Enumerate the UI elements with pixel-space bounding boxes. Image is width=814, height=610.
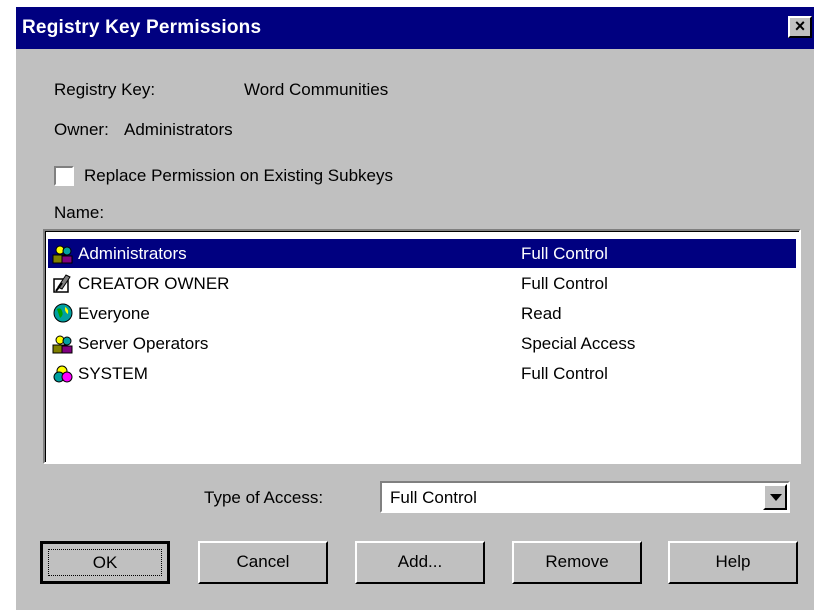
registry-key-label: Registry Key:: [54, 80, 156, 99]
permission-access: Full Control: [521, 364, 608, 383]
permission-access: Full Control: [521, 274, 608, 293]
add-button-label: Add...: [397, 552, 443, 571]
type-of-access-combobox[interactable]: Full Control: [380, 481, 790, 513]
registry-key-value: Word Communities: [244, 80, 389, 99]
permission-name: SYSTEM: [78, 364, 148, 383]
type-of-access-value: Full Control: [390, 488, 477, 507]
owner-label: Owner:: [54, 120, 109, 139]
close-button[interactable]: ×: [788, 16, 812, 38]
permissions-list[interactable]: Administrators Full Control CREATOR OWNE…: [43, 229, 801, 464]
owner-value: Administrators: [124, 120, 233, 139]
title-bar[interactable]: Registry Key Permissions ×: [16, 7, 814, 49]
help-button[interactable]: Help: [668, 541, 798, 584]
registry-key-permissions-dialog: Registry Key Permissions × Registry Key:…: [16, 7, 814, 610]
remove-button[interactable]: Remove: [512, 541, 642, 584]
focus-rectangle: [48, 549, 162, 576]
type-of-access-label: Type of Access:: [204, 488, 324, 507]
window-title: Registry Key Permissions: [22, 17, 262, 38]
permission-name: Administrators: [78, 244, 187, 263]
cancel-button-label: Cancel: [236, 552, 290, 571]
permission-access: Special Access: [521, 334, 636, 353]
permission-access: Full Control: [521, 244, 608, 263]
name-label: Name:: [54, 203, 105, 222]
permission-name: CREATOR OWNER: [78, 274, 230, 293]
cancel-button[interactable]: Cancel: [198, 541, 328, 584]
list-item[interactable]: Everyone Read: [48, 299, 796, 328]
help-button-label: Help: [715, 552, 751, 571]
system-icon: [52, 363, 74, 384]
permission-access: Read: [521, 304, 562, 323]
ok-button[interactable]: OK: [40, 541, 170, 584]
dropdown-arrow-icon[interactable]: [763, 484, 787, 510]
remove-button-label: Remove: [545, 552, 609, 571]
list-item[interactable]: Server Operators Special Access: [48, 329, 796, 358]
replace-permission-checkbox[interactable]: [54, 166, 74, 186]
add-button[interactable]: Add...: [355, 541, 485, 584]
permission-name: Everyone: [78, 304, 150, 323]
replace-permission-label[interactable]: Replace Permission on Existing Subkeys: [84, 166, 393, 186]
list-item[interactable]: CREATOR OWNER Full Control: [48, 269, 796, 298]
creator-owner-icon: [52, 273, 74, 294]
list-item[interactable]: SYSTEM Full Control: [48, 359, 796, 388]
globe-icon: [52, 303, 74, 324]
group-icon: [52, 243, 74, 264]
list-item[interactable]: Administrators Full Control: [48, 239, 796, 268]
permission-name: Server Operators: [78, 334, 209, 353]
group-icon: [52, 333, 74, 354]
